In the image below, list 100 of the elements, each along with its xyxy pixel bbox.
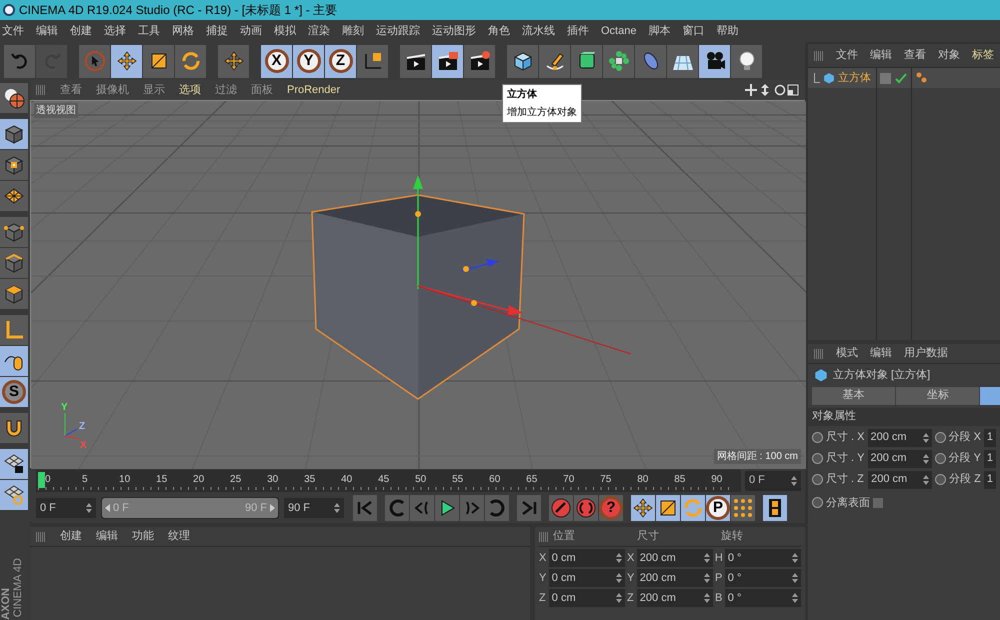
render-settings-tool-button[interactable] xyxy=(464,44,495,78)
material-menu-item[interactable]: 功能 xyxy=(132,528,154,545)
edges-tool-button[interactable] xyxy=(0,248,28,278)
checkbox[interactable] xyxy=(873,498,883,508)
next-key-tool-button[interactable] xyxy=(485,495,509,521)
menu-item[interactable]: 工具 xyxy=(138,22,160,40)
magnet-tool-button[interactable] xyxy=(0,413,28,443)
size-field[interactable]: 200 cm xyxy=(868,450,932,468)
timeline-ruler[interactable]: 0 5 10 15 20 25 30 35 40 45 50 55 60 65 70 75 80 85 90 xyxy=(36,470,741,492)
play-tool-button[interactable] xyxy=(435,495,459,521)
coordinate-field[interactable]: 0 cm xyxy=(548,589,625,607)
coordinate-field[interactable]: 0 ° xyxy=(724,569,801,587)
auto-key-tool-button[interactable] xyxy=(574,495,598,521)
manager-menu-item[interactable]: 文件 xyxy=(836,47,858,64)
viewport-menu-item[interactable]: 显示 xyxy=(143,82,165,98)
current-frame-field[interactable]: 0 F xyxy=(745,470,801,490)
axis-tool-button[interactable]: Y xyxy=(293,44,324,78)
axis-tool-button[interactable]: Z xyxy=(325,44,356,78)
segments-field[interactable]: 1 xyxy=(984,428,996,446)
menu-item[interactable]: 帮助 xyxy=(716,22,738,40)
material-menu-item[interactable]: 纹理 xyxy=(168,528,190,545)
coordinate-field[interactable]: 0 cm xyxy=(548,569,625,587)
scale-tool-button[interactable] xyxy=(656,495,680,521)
grid-lock-tool-button[interactable] xyxy=(0,449,28,479)
cloner-tool-button[interactable] xyxy=(603,44,634,78)
material-menu-item[interactable]: 创建 xyxy=(60,528,82,545)
viewport-menu-item[interactable]: 查看 xyxy=(60,82,82,98)
coordinate-field[interactable]: 200 cm xyxy=(636,549,713,567)
deformer-tool-button[interactable] xyxy=(635,44,666,78)
axis-mode-tool-button[interactable] xyxy=(0,315,28,345)
manager-menu-item[interactable]: 模式 xyxy=(836,345,858,362)
menu-item[interactable]: 脚本 xyxy=(648,22,670,40)
render-view-tool-button[interactable] xyxy=(400,44,431,78)
segments-field[interactable]: 1 xyxy=(984,450,996,468)
attribute-tab[interactable] xyxy=(980,386,1000,404)
coord-system-tool-button[interactable] xyxy=(357,44,388,78)
dots-tool-button[interactable] xyxy=(731,495,755,521)
end-frame-field[interactable]: 90 F xyxy=(284,498,344,518)
last-tool-button[interactable] xyxy=(517,495,541,521)
texture-cube-tool-button[interactable] xyxy=(0,150,28,180)
menu-item[interactable]: 运动跟踪 xyxy=(376,22,420,40)
scale-tool-button[interactable] xyxy=(143,44,174,78)
menu-item[interactable]: Octane xyxy=(601,22,636,40)
menu-item[interactable]: 运动图形 xyxy=(432,22,476,40)
menu-item[interactable]: 插件 xyxy=(567,22,589,40)
menu-item[interactable]: 网格 xyxy=(172,22,194,40)
start-frame-field[interactable]: 0 F xyxy=(36,498,96,518)
workplane-tool-button[interactable] xyxy=(0,181,28,211)
floor-tool-button[interactable] xyxy=(667,44,698,78)
help-tool-button[interactable]: ? xyxy=(599,495,623,521)
coordinate-field[interactable]: 200 cm xyxy=(636,569,713,587)
menu-item[interactable]: 窗口 xyxy=(682,22,704,40)
live-select-tool-button[interactable] xyxy=(79,44,110,78)
attribute-tab[interactable]: 基本 xyxy=(812,386,896,404)
coordinate-field[interactable]: 0 ° xyxy=(724,549,802,567)
size-field[interactable]: 200 cm xyxy=(868,428,932,446)
prev-key-tool-button[interactable] xyxy=(385,495,409,521)
viewport-menu-item[interactable]: 过滤 xyxy=(215,82,237,98)
menu-item[interactable]: 捕捉 xyxy=(206,22,228,40)
record-tool-button[interactable] xyxy=(549,495,573,521)
grid-rotate-tool-button[interactable] xyxy=(0,480,28,510)
points-tool-button[interactable] xyxy=(0,217,28,247)
menu-item[interactable]: 创建 xyxy=(70,22,92,40)
polygons-tool-button[interactable] xyxy=(0,279,28,309)
manager-menu-item[interactable]: 查看 xyxy=(904,47,926,64)
viewport-menu-item[interactable]: ProRender xyxy=(287,82,340,98)
playhead-marker[interactable] xyxy=(38,472,45,488)
camera-tool-button[interactable] xyxy=(699,44,730,78)
coordinate-field[interactable]: 200 cm xyxy=(636,589,713,607)
model-cube-tool-button[interactable] xyxy=(0,119,28,149)
material-menu-item[interactable]: 编辑 xyxy=(96,528,118,545)
manager-menu-item[interactable]: 编辑 xyxy=(870,345,892,362)
attribute-tab[interactable]: 坐标 xyxy=(896,386,980,404)
viewport-menu-item[interactable]: 面板 xyxy=(251,82,273,98)
segments-field[interactable]: 1 xyxy=(984,470,996,488)
menu-item[interactable]: 文件 xyxy=(2,22,24,40)
menu-item[interactable]: 动画 xyxy=(240,22,262,40)
first-tool-button[interactable] xyxy=(353,495,377,521)
menu-item[interactable]: 角色 xyxy=(488,22,510,40)
rotate-tool-button[interactable] xyxy=(175,44,206,78)
size-field[interactable]: 200 cm xyxy=(868,470,932,488)
menu-item[interactable]: 雕刻 xyxy=(342,22,364,40)
enabled-check-icon[interactable] xyxy=(894,72,908,84)
snap-tool-button[interactable]: S xyxy=(0,377,28,407)
axis-tool-button[interactable]: X xyxy=(261,44,292,78)
render-picture-tool-button[interactable] xyxy=(432,44,463,78)
move-tool-button[interactable] xyxy=(111,44,142,78)
phong-tag-icon[interactable] xyxy=(916,72,928,84)
manager-menu-item[interactable]: 对象 xyxy=(938,47,960,64)
object-row[interactable]: 立方体 xyxy=(808,68,1000,88)
subdivision-tool-button[interactable] xyxy=(571,44,602,78)
menu-item[interactable]: 流水线 xyxy=(522,22,555,40)
cube-tool-button[interactable] xyxy=(507,44,538,78)
undo-tool-button[interactable] xyxy=(4,44,35,78)
coordinate-field[interactable]: 0 cm xyxy=(548,549,625,567)
manager-menu-item[interactable]: 用户数据 xyxy=(904,345,948,362)
light-tool-button[interactable] xyxy=(731,44,762,78)
globe-tool-button[interactable] xyxy=(0,83,28,113)
tweak-tool-button[interactable] xyxy=(0,346,28,376)
menu-item[interactable]: 渲染 xyxy=(308,22,330,40)
